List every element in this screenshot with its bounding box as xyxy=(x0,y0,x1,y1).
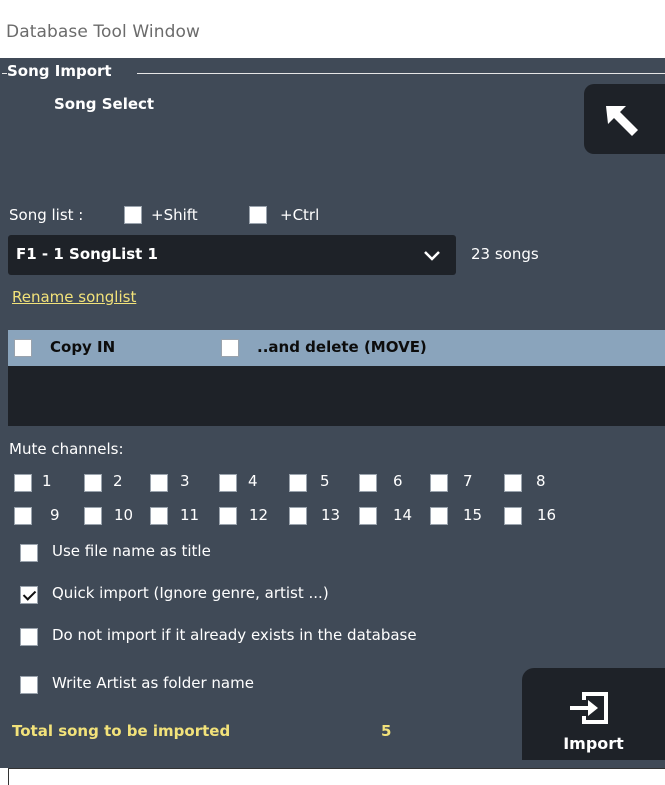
mute-label-12: 12 xyxy=(249,506,269,524)
skip-existing-checkbox[interactable] xyxy=(20,628,38,646)
mute-checkbox-15[interactable] xyxy=(430,507,448,525)
song-select-label: Song Select xyxy=(54,95,155,113)
copy-in-checkbox[interactable] xyxy=(14,339,32,357)
import-button[interactable]: Import xyxy=(522,668,665,760)
copy-in-label: Copy IN xyxy=(50,338,116,356)
mute-label-1: 1 xyxy=(42,472,52,490)
mute-checkbox-7[interactable] xyxy=(430,474,448,492)
mute-checkbox-9[interactable] xyxy=(14,507,32,525)
songlist-selected: F1 - 1 SongList 1 xyxy=(16,245,158,263)
import-button-label: Import xyxy=(563,734,624,753)
mute-label-8: 8 xyxy=(536,472,546,490)
mute-checkbox-13[interactable] xyxy=(289,507,307,525)
ctrl-label: +Ctrl xyxy=(280,206,320,224)
mute-label-7: 7 xyxy=(463,472,473,490)
import-icon xyxy=(570,692,608,724)
mute-checkbox-14[interactable] xyxy=(359,507,377,525)
back-arrow-icon xyxy=(606,106,638,136)
ctrl-checkbox[interactable] xyxy=(249,206,267,224)
mute-checkbox-1[interactable] xyxy=(14,474,32,492)
mute-label-9: 9 xyxy=(50,506,60,524)
use-filename-checkbox[interactable] xyxy=(20,544,38,562)
move-label: ..and delete (MOVE) xyxy=(257,338,427,356)
total-songs-label: Total song to be imported xyxy=(12,722,231,740)
use-filename-label: Use file name as title xyxy=(52,542,211,560)
mute-label-11: 11 xyxy=(180,506,200,524)
mute-checkbox-16[interactable] xyxy=(504,507,522,525)
artist-folder-checkbox[interactable] xyxy=(20,676,38,694)
songlist-dropdown[interactable]: F1 - 1 SongList 1 xyxy=(8,235,456,275)
quick-import-checkbox[interactable] xyxy=(20,586,38,604)
mute-checkbox-6[interactable] xyxy=(359,474,377,492)
mute-label-15: 15 xyxy=(463,506,483,524)
quick-import-label: Quick import (Ignore genre, artist ...) xyxy=(52,584,329,602)
window-title: Database Tool Window xyxy=(6,22,200,42)
mute-label-13: 13 xyxy=(321,506,341,524)
mute-label-6: 6 xyxy=(393,472,403,490)
mute-checkbox-10[interactable] xyxy=(84,507,102,525)
total-songs-value: 5 xyxy=(381,722,392,740)
artist-folder-label: Write Artist as folder name xyxy=(52,674,254,692)
song-import-panel: Song Import Song Select Song list : +Shi… xyxy=(0,58,665,768)
mute-checkbox-2[interactable] xyxy=(84,474,102,492)
copy-options-bar: Copy IN ..and delete (MOVE) xyxy=(8,330,665,366)
mute-label-3: 3 xyxy=(180,472,190,490)
title-bar: Database Tool Window xyxy=(0,0,665,58)
mute-checkbox-3[interactable] xyxy=(150,474,168,492)
songlist-label: Song list : xyxy=(9,206,84,224)
back-button[interactable] xyxy=(584,84,665,154)
mute-label-5: 5 xyxy=(320,472,330,490)
group-label: Song Import xyxy=(7,62,112,80)
mute-channels-label: Mute channels: xyxy=(9,440,124,458)
log-box[interactable] xyxy=(8,768,665,785)
mute-checkbox-8[interactable] xyxy=(504,474,522,492)
mute-checkbox-12[interactable] xyxy=(219,507,237,525)
move-checkbox[interactable] xyxy=(221,339,239,357)
rename-songlist-link[interactable]: Rename songlist xyxy=(12,288,136,306)
mute-checkbox-4[interactable] xyxy=(219,474,237,492)
skip-existing-label: Do not import if it already exists in th… xyxy=(52,626,417,644)
mute-label-14: 14 xyxy=(393,506,413,524)
chevron-down-icon xyxy=(424,251,440,261)
song-count: 23 songs xyxy=(471,245,539,263)
shift-checkbox[interactable] xyxy=(124,206,142,224)
shift-label: +Shift xyxy=(151,206,198,224)
mute-label-16: 16 xyxy=(537,506,557,524)
copy-path-box[interactable] xyxy=(8,366,665,426)
mute-label-4: 4 xyxy=(248,472,258,490)
mute-checkbox-5[interactable] xyxy=(289,474,307,492)
mute-label-10: 10 xyxy=(114,506,134,524)
mute-label-2: 2 xyxy=(113,472,123,490)
mute-checkbox-11[interactable] xyxy=(150,507,168,525)
group-border-right xyxy=(137,73,665,74)
